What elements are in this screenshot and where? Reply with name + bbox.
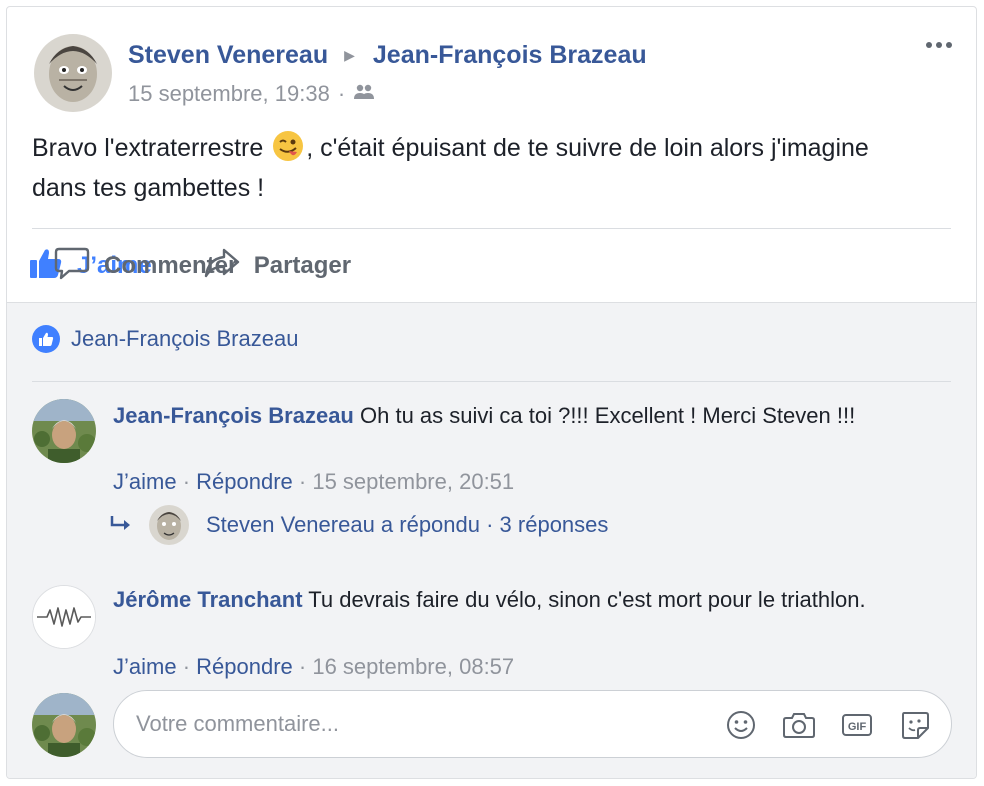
comment-label: Commenter xyxy=(104,252,238,279)
comment-body: Jean-François Brazeau Oh tu as suivi ca … xyxy=(113,399,913,432)
divider xyxy=(32,381,951,382)
sticker-icon[interactable] xyxy=(897,707,933,743)
reply-arrow-icon xyxy=(109,512,133,538)
meta-separator: · xyxy=(176,469,197,494)
comment-input-box[interactable]: GIF xyxy=(113,690,952,758)
post-meta: 15 septembre, 19:38 · xyxy=(128,81,376,107)
current-user-avatar xyxy=(32,693,96,757)
composer-icons: GIF xyxy=(723,707,933,743)
comment-body: Jérôme Tranchant Tu devrais faire du vél… xyxy=(113,583,913,616)
comment-author-link[interactable]: Jean-François Brazeau xyxy=(113,403,354,428)
comment-author-link[interactable]: Jérôme Tranchant xyxy=(113,587,303,612)
comment-reply-link[interactable]: Répondre xyxy=(196,469,293,494)
comment-text: Oh tu as suivi ca toi ?!!! Excellent ! M… xyxy=(360,403,856,428)
post-timestamp[interactable]: 15 septembre, 19:38 xyxy=(128,81,330,107)
post-actions: J’aime Commenter Partager xyxy=(29,243,351,289)
comment-reply-link[interactable]: Répondre xyxy=(196,654,293,679)
comment-like-link[interactable]: J’aime xyxy=(113,469,177,494)
comment-meta: J’aime · Répondre · 15 septembre, 20:51 xyxy=(113,469,514,495)
comments-section: Jean-François Brazeau Jean-François Braz… xyxy=(7,302,976,778)
more-options-icon[interactable] xyxy=(924,35,954,55)
meta-separator: · xyxy=(292,654,313,679)
camera-icon[interactable] xyxy=(781,707,817,743)
author-avatar[interactable] xyxy=(34,34,112,112)
likes-summary[interactable]: Jean-François Brazeau xyxy=(32,325,298,353)
replies-summary: Steven Venereau a répondu · 3 réponses xyxy=(206,512,609,537)
post-target-link[interactable]: Jean-François Brazeau xyxy=(373,41,647,70)
post-card: Steven Venereau ▶ Jean-François Brazeau … xyxy=(6,6,977,779)
replier-avatar xyxy=(149,505,189,545)
meta-separator: · xyxy=(176,654,197,679)
emoji-icon[interactable] xyxy=(723,707,759,743)
comment-timestamp[interactable]: 16 septembre, 08:57 xyxy=(312,654,514,679)
divider xyxy=(32,228,951,229)
like-badge-icon xyxy=(32,325,60,353)
speech-bubble-icon xyxy=(54,246,104,287)
commenter-avatar[interactable] xyxy=(32,399,96,463)
comment-timestamp[interactable]: 15 septembre, 20:51 xyxy=(312,469,514,494)
post-text-before: Bravo l'extraterrestre xyxy=(32,134,271,162)
friends-icon[interactable] xyxy=(352,81,376,107)
comment-meta: J’aime · Répondre · 16 septembre, 08:57 xyxy=(113,654,514,680)
post-text: Bravo l'extraterrestre , c'était épuisan… xyxy=(32,128,912,208)
arrow-right-icon: ▶ xyxy=(344,47,355,63)
meta-separator: · xyxy=(337,81,346,106)
likes-names: Jean-François Brazeau xyxy=(71,326,299,351)
gif-icon[interactable]: GIF xyxy=(839,707,875,743)
post-header-names: Steven Venereau ▶ Jean-François Brazeau xyxy=(128,41,647,70)
commenter-avatar[interactable] xyxy=(32,585,96,649)
comment-text: Tu devrais faire du vélo, sinon c'est mo… xyxy=(308,587,866,612)
comment-like-link[interactable]: J’aime xyxy=(113,654,177,679)
share-label: Partager xyxy=(253,252,352,279)
meta-separator: · xyxy=(292,469,313,494)
post-author-link[interactable]: Steven Venereau xyxy=(128,41,328,70)
winking-face-tongue-icon xyxy=(272,130,304,162)
comment-input[interactable] xyxy=(136,705,696,743)
gif-label: GIF xyxy=(848,721,867,733)
comment-button[interactable]: Commenter xyxy=(54,246,237,287)
view-replies-link[interactable]: Steven Venereau a répondu · 3 réponses xyxy=(109,505,608,545)
